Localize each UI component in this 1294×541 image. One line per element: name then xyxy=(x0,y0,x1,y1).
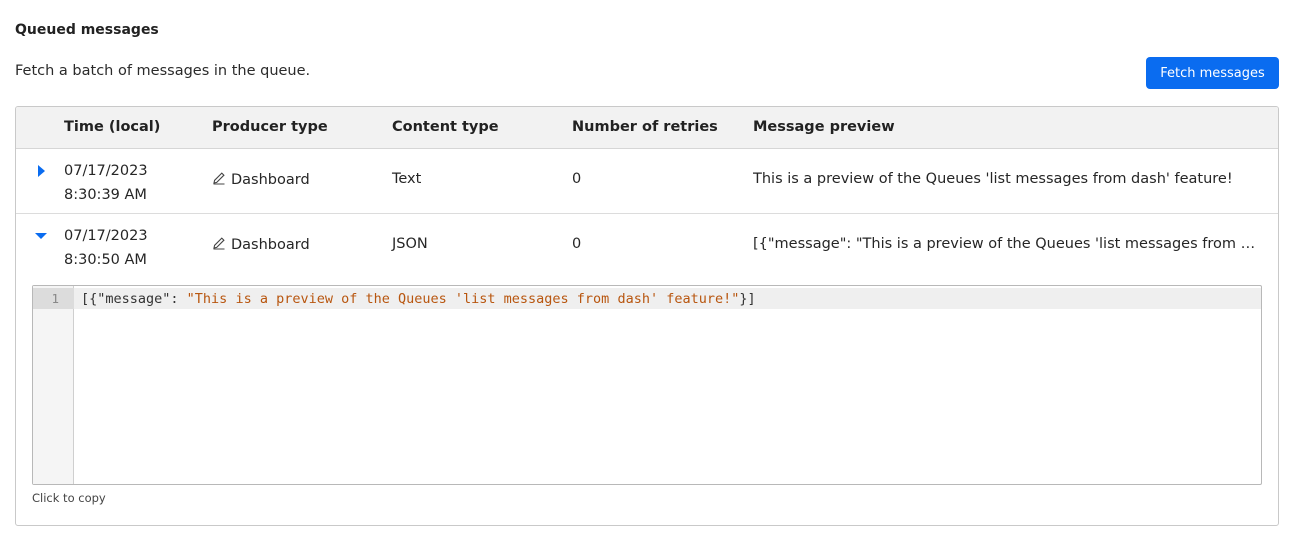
row-time-value: 8:30:39 AM xyxy=(64,187,147,203)
row-retries: 0 xyxy=(572,171,582,187)
fetch-messages-button[interactable]: Fetch messages xyxy=(1146,57,1279,89)
message-code-editor[interactable]: 1 [{"message": "This is a preview of the… xyxy=(32,285,1262,485)
caret-right-icon[interactable] xyxy=(33,163,49,179)
table-row[interactable]: 07/17/2023 8:30:50 AM Dashboard JSON 0 [… xyxy=(16,214,1278,279)
row-preview: [{"message": "This is a preview of the Q… xyxy=(753,236,1261,252)
click-to-copy-hint: Click to copy xyxy=(32,491,106,505)
row-content-type: JSON xyxy=(392,236,428,252)
pencil-icon xyxy=(212,171,226,189)
row-producer: Dashboard xyxy=(212,171,310,189)
caret-down-icon[interactable] xyxy=(33,228,49,244)
row-producer-label: Dashboard xyxy=(231,172,310,188)
code-line[interactable]: [{"message": "This is a preview of the Q… xyxy=(81,291,756,307)
column-header-time: Time (local) xyxy=(64,119,161,135)
messages-table: Time (local) Producer type Content type … xyxy=(15,106,1279,526)
code-token-close: }] xyxy=(739,291,756,307)
row-retries: 0 xyxy=(572,236,582,252)
page-subtitle: Fetch a batch of messages in the queue. xyxy=(15,63,311,79)
code-token-string: "This is a preview of the Queues 'list m… xyxy=(186,291,740,307)
row-date: 07/17/2023 xyxy=(64,163,148,179)
row-time: 07/17/2023 8:30:50 AM xyxy=(64,224,148,272)
row-producer-label: Dashboard xyxy=(231,237,310,253)
column-header-preview: Message preview xyxy=(753,119,895,135)
page-title: Queued messages xyxy=(15,22,159,38)
table-header: Time (local) Producer type Content type … xyxy=(16,107,1278,149)
table-row[interactable]: 07/17/2023 8:30:39 AM Dashboard Text 0 T… xyxy=(16,149,1278,214)
code-token-open: [{"message": xyxy=(81,291,187,307)
row-producer: Dashboard xyxy=(212,236,310,254)
column-header-producer: Producer type xyxy=(212,119,328,135)
column-header-retries: Number of retries xyxy=(572,119,718,135)
line-gutter: 1 xyxy=(33,286,74,484)
row-time: 07/17/2023 8:30:39 AM xyxy=(64,159,148,207)
line-number: 1 xyxy=(51,291,59,306)
row-content-type: Text xyxy=(392,171,422,187)
column-header-content-type: Content type xyxy=(392,119,499,135)
row-date: 07/17/2023 xyxy=(64,228,148,244)
row-time-value: 8:30:50 AM xyxy=(64,252,147,268)
row-preview: This is a preview of the Queues 'list me… xyxy=(753,171,1233,187)
pencil-icon xyxy=(212,236,226,254)
